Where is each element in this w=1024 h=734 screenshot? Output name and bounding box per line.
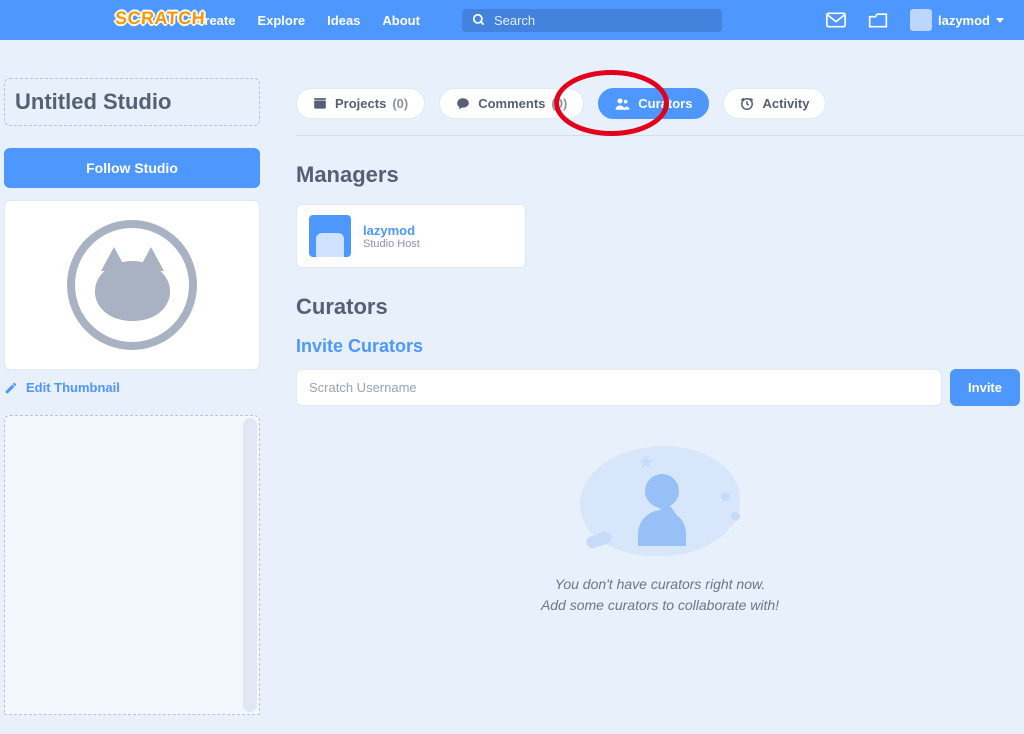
avatar-icon: [910, 9, 932, 31]
search-box[interactable]: [462, 9, 722, 32]
tab-activity[interactable]: Activity: [723, 88, 826, 119]
manager-avatar-icon: [309, 215, 351, 257]
tabs: Projects (0) Comments (0) Curators: [296, 78, 1024, 136]
invite-row: Invite: [296, 369, 1024, 406]
manager-role: Studio Host: [363, 238, 420, 250]
chevron-down-icon: [996, 18, 1004, 23]
manager-name[interactable]: lazymod: [363, 223, 420, 238]
edit-thumbnail-button[interactable]: Edit Thumbnail: [4, 380, 260, 395]
nav-ideas[interactable]: Ideas: [327, 13, 360, 28]
scratch-logo[interactable]: SCRATCH: [114, 8, 205, 29]
mystuff-icon[interactable]: [868, 11, 888, 29]
nav-links: Create Explore Ideas About: [195, 9, 722, 32]
search-icon: [472, 13, 486, 27]
invite-username-input[interactable]: [296, 369, 942, 406]
tab-comments[interactable]: Comments (0): [439, 88, 584, 119]
sidebar: Untitled Studio Follow Studio Edit Thumb…: [0, 78, 260, 715]
tab-curators[interactable]: Curators: [598, 88, 709, 119]
nav-explore[interactable]: Explore: [257, 13, 305, 28]
tab-activity-label: Activity: [762, 96, 809, 111]
tab-comments-label: Comments: [478, 96, 545, 111]
tab-comments-count: (0): [551, 96, 567, 111]
empty-line2: Add some curators to collaborate with!: [296, 595, 1024, 616]
studio-title: Untitled Studio: [15, 89, 249, 115]
tab-projects-count: (0): [392, 96, 408, 111]
studio-title-box[interactable]: Untitled Studio: [4, 78, 260, 126]
scrollbar[interactable]: [243, 418, 257, 712]
empty-illustration-icon: ★: [580, 446, 740, 556]
nav-right: lazymod: [826, 9, 1014, 31]
empty-line1: You don't have curators right now.: [296, 574, 1024, 595]
activity-icon: [740, 97, 754, 111]
comments-icon: [456, 97, 470, 110]
tab-projects-label: Projects: [335, 96, 386, 111]
pencil-icon: [4, 381, 18, 395]
tab-projects[interactable]: Projects (0): [296, 88, 425, 119]
thumbnail-box: [4, 200, 260, 370]
manager-card[interactable]: lazymod Studio Host: [296, 204, 526, 268]
username-label: lazymod: [938, 13, 990, 28]
description-box[interactable]: [4, 415, 260, 715]
follow-studio-button[interactable]: Follow Studio: [4, 148, 260, 188]
search-input[interactable]: [494, 13, 712, 28]
top-nav: SCRATCH Create Explore Ideas About lazym…: [0, 0, 1024, 40]
user-menu[interactable]: lazymod: [910, 9, 1004, 31]
messages-icon[interactable]: [826, 12, 846, 28]
invite-button[interactable]: Invite: [950, 369, 1020, 406]
projects-icon: [313, 98, 327, 110]
nav-about[interactable]: About: [382, 13, 420, 28]
main-content: Projects (0) Comments (0) Curators: [260, 78, 1024, 715]
thumbnail-placeholder-icon: [67, 220, 197, 350]
tab-curators-label: Curators: [638, 96, 692, 111]
invite-heading: Invite Curators: [296, 336, 1024, 357]
managers-heading: Managers: [296, 162, 1024, 188]
curators-icon: [615, 97, 630, 110]
empty-state: ★ You don't have curators right now. Add…: [296, 446, 1024, 616]
edit-thumbnail-label: Edit Thumbnail: [26, 380, 120, 395]
curators-heading: Curators: [296, 294, 1024, 320]
